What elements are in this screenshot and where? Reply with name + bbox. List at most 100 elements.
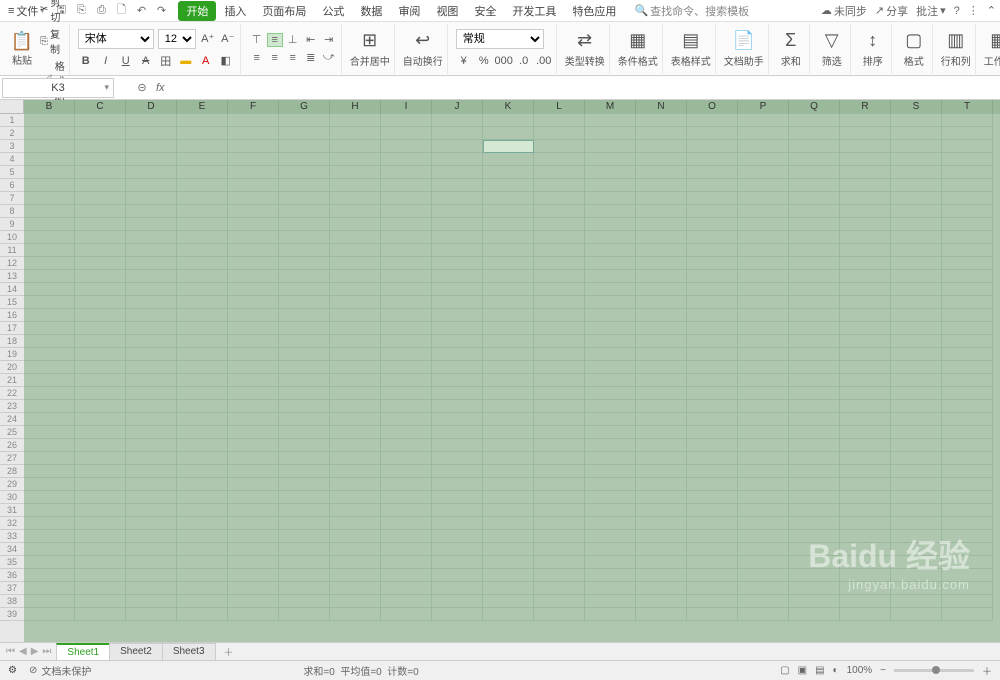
ribbon-tab-8[interactable]: 开发工具 xyxy=(504,1,564,21)
sort-icon[interactable]: ↕ xyxy=(859,30,887,52)
save-as-icon[interactable]: ⎘ xyxy=(74,4,88,18)
italic-button[interactable]: I xyxy=(98,53,114,69)
col-header-D[interactable]: D xyxy=(126,100,177,114)
filter-icon[interactable]: ▽ xyxy=(818,30,846,52)
justify-button[interactable]: ≣ xyxy=(303,51,319,65)
col-header-P[interactable]: P xyxy=(738,100,789,114)
name-box[interactable]: K3 xyxy=(2,78,114,98)
col-header-K[interactable]: K xyxy=(483,100,534,114)
ribbon-tab-6[interactable]: 视图 xyxy=(428,1,466,21)
row-header-27[interactable]: 27 xyxy=(0,452,24,465)
grow-font-button[interactable]: A⁺ xyxy=(200,31,216,47)
ribbon-tab-5[interactable]: 审阅 xyxy=(390,1,428,21)
collapse-ribbon-icon[interactable]: ⌃ xyxy=(987,4,996,17)
col-header-F[interactable]: F xyxy=(228,100,279,114)
view-night-icon[interactable]: ◐ xyxy=(833,665,839,676)
row-header-29[interactable]: 29 xyxy=(0,478,24,491)
row-header-26[interactable]: 26 xyxy=(0,439,24,452)
row-header-20[interactable]: 20 xyxy=(0,361,24,374)
row-header-33[interactable]: 33 xyxy=(0,530,24,543)
col-header-L[interactable]: L xyxy=(534,100,585,114)
col-header-J[interactable]: J xyxy=(432,100,483,114)
col-header-S[interactable]: S xyxy=(891,100,942,114)
indent-dec-button[interactable]: ⇤ xyxy=(303,33,319,47)
row-header-21[interactable]: 21 xyxy=(0,374,24,387)
indent-inc-button[interactable]: ⇥ xyxy=(321,33,337,47)
cell-area[interactable] xyxy=(24,114,1000,642)
merge-icon[interactable]: ⊞ xyxy=(356,30,384,52)
table-style-icon[interactable]: ▤ xyxy=(677,30,705,52)
sheet-prev-icon[interactable]: ◀ xyxy=(19,646,27,657)
col-header-B[interactable]: B xyxy=(24,100,75,114)
sheet-tab-Sheet1[interactable]: Sheet1 xyxy=(56,643,110,660)
row-header-16[interactable]: 16 xyxy=(0,309,24,322)
undo-icon[interactable]: ↶ xyxy=(134,4,148,18)
col-header-Q[interactable]: Q xyxy=(789,100,840,114)
sync-button[interactable]: ☁ 未同步 xyxy=(821,3,867,19)
row-header-17[interactable]: 17 xyxy=(0,322,24,335)
col-header-H[interactable]: H xyxy=(330,100,381,114)
bold-button[interactable]: B xyxy=(78,53,94,69)
fx-label[interactable]: fx xyxy=(156,82,165,94)
sheet-next-icon[interactable]: ▶ xyxy=(31,646,39,657)
number-format-select[interactable]: 常规 xyxy=(456,29,544,49)
row-header-23[interactable]: 23 xyxy=(0,400,24,413)
ribbon-tab-3[interactable]: 公式 xyxy=(314,1,352,21)
zoom-level[interactable]: 100% xyxy=(847,665,873,676)
add-sheet-button[interactable]: ＋ xyxy=(216,644,242,659)
row-header-10[interactable]: 10 xyxy=(0,231,24,244)
wrap-icon[interactable]: ↩ xyxy=(409,30,437,52)
ribbon-tab-4[interactable]: 数据 xyxy=(352,1,390,21)
col-header-C[interactable]: C xyxy=(75,100,126,114)
underline-button[interactable]: U xyxy=(118,53,134,69)
row-header-14[interactable]: 14 xyxy=(0,283,24,296)
cancel-formula-icon[interactable]: ⊝ xyxy=(132,81,152,94)
comma-button[interactable]: 000 xyxy=(496,53,512,69)
rowcol-icon[interactable]: ▥ xyxy=(942,30,970,52)
increase-decimal-button[interactable]: .0 xyxy=(516,53,532,69)
type-convert-icon[interactable]: ⇄ xyxy=(571,30,599,52)
percent-button[interactable]: % xyxy=(476,53,492,69)
align-left-button[interactable]: ≡ xyxy=(249,51,265,65)
strike-button[interactable]: A xyxy=(138,53,154,69)
align-right-button[interactable]: ≡ xyxy=(285,51,301,65)
col-header-R[interactable]: R xyxy=(840,100,891,114)
more-icon[interactable]: ⋮ xyxy=(968,4,979,17)
row-header-35[interactable]: 35 xyxy=(0,556,24,569)
row-header-24[interactable]: 24 xyxy=(0,413,24,426)
worksheet-icon[interactable]: ▦ xyxy=(985,30,1000,52)
sum-icon[interactable]: Σ xyxy=(777,30,805,52)
zoom-slider[interactable] xyxy=(894,669,974,672)
ribbon-tab-9[interactable]: 特色应用 xyxy=(564,1,624,21)
font-size-select[interactable]: 12 xyxy=(158,29,196,49)
orientation-button[interactable]: ⤻ xyxy=(321,51,337,65)
row-header-1[interactable]: 1 xyxy=(0,114,24,127)
settings-icon[interactable]: ⚙ xyxy=(8,665,17,676)
ribbon-tab-2[interactable]: 页面布局 xyxy=(254,1,314,21)
ribbon-tab-0[interactable]: 开始 xyxy=(178,1,216,21)
row-header-9[interactable]: 9 xyxy=(0,218,24,231)
border-button[interactable]: 田 xyxy=(158,53,174,69)
active-cell[interactable] xyxy=(483,140,534,153)
ribbon-tab-7[interactable]: 安全 xyxy=(466,1,504,21)
row-header-13[interactable]: 13 xyxy=(0,270,24,283)
preview-icon[interactable]: 🗋 xyxy=(114,4,128,18)
row-header-12[interactable]: 12 xyxy=(0,257,24,270)
col-header-I[interactable]: I xyxy=(381,100,432,114)
ribbon-tab-1[interactable]: 插入 xyxy=(216,1,254,21)
select-all-corner[interactable] xyxy=(0,100,24,114)
row-header-4[interactable]: 4 xyxy=(0,153,24,166)
align-center-button[interactable]: ≡ xyxy=(267,51,283,65)
row-header-37[interactable]: 37 xyxy=(0,582,24,595)
sheet-tab-Sheet2[interactable]: Sheet2 xyxy=(109,643,163,660)
row-header-5[interactable]: 5 xyxy=(0,166,24,179)
print-icon[interactable]: ⎙ xyxy=(94,4,108,18)
row-header-2[interactable]: 2 xyxy=(0,127,24,140)
row-header-19[interactable]: 19 xyxy=(0,348,24,361)
view-normal-icon[interactable]: ▢ xyxy=(780,665,789,676)
row-header-30[interactable]: 30 xyxy=(0,491,24,504)
font-color-button[interactable]: A xyxy=(198,53,214,69)
copy-button[interactable]: ⎘复制 xyxy=(40,26,65,56)
help-icon[interactable]: ? xyxy=(954,5,960,17)
row-header-39[interactable]: 39 xyxy=(0,608,24,621)
